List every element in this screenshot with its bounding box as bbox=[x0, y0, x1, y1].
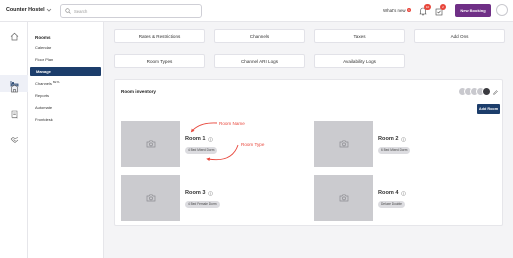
tasks-badge: 2 bbox=[440, 4, 446, 10]
room-type-badge: Deluxe Double bbox=[378, 201, 405, 208]
panel-title: Room inventory bbox=[121, 89, 156, 94]
tab-room-types[interactable]: Room Types bbox=[114, 54, 205, 68]
room-name: Room 3 bbox=[185, 190, 206, 196]
info-icon[interactable] bbox=[401, 191, 406, 196]
receipt-icon[interactable] bbox=[10, 110, 19, 119]
tab-rates-restrictions[interactable]: Rates & Restrictions bbox=[114, 29, 205, 43]
room-photo-placeholder[interactable] bbox=[314, 175, 373, 221]
subnav-item-frontdesk[interactable]: Frontdesk bbox=[35, 117, 53, 122]
avatar bbox=[482, 87, 491, 96]
subnav-item-channels[interactable]: ChannelsBETA bbox=[35, 81, 60, 86]
room-name: Room 1 bbox=[185, 136, 206, 142]
room-photo-placeholder[interactable] bbox=[314, 121, 373, 167]
avatar[interactable] bbox=[496, 4, 508, 16]
subnav-item-reports[interactable]: Reports bbox=[35, 93, 49, 98]
tab-channels[interactable]: Channels bbox=[214, 29, 305, 43]
tab-channel-ari-logs[interactable]: Channel ARI Logs bbox=[214, 54, 305, 68]
whats-new-link[interactable]: What's new bbox=[383, 8, 406, 13]
add-room-button[interactable]: Add Room bbox=[477, 104, 500, 114]
tab-taxes[interactable]: Taxes bbox=[314, 29, 405, 43]
room-photo-placeholder[interactable] bbox=[121, 175, 180, 221]
subnav-item-automate[interactable]: Automate bbox=[35, 105, 52, 110]
room-type-annotation: Room Type bbox=[241, 142, 265, 147]
camera-icon bbox=[339, 194, 349, 202]
search-icon bbox=[65, 8, 71, 14]
home-icon[interactable] bbox=[10, 32, 19, 41]
room-photo-placeholder[interactable] bbox=[121, 121, 180, 167]
room-inventory-panel: Room inventory Add Room Room 1 4 Bed Mix… bbox=[114, 79, 503, 226]
camera-icon bbox=[339, 140, 349, 148]
search-input[interactable] bbox=[74, 7, 194, 15]
room-name: Room 4 bbox=[378, 190, 399, 196]
room-type-badge: 4 Bed Female Dorm bbox=[185, 201, 220, 208]
whats-new-badge: 1 bbox=[407, 8, 411, 12]
property-name[interactable]: Counter Hostel bbox=[6, 7, 45, 13]
subnav-item-floor-plan[interactable]: Floor Plan bbox=[35, 57, 53, 62]
info-icon[interactable] bbox=[208, 191, 213, 196]
room-name: Room 2 bbox=[378, 136, 399, 142]
room-type-badge: 6 Bed Mixed Dorm bbox=[378, 147, 411, 154]
chevron-down-icon[interactable] bbox=[45, 6, 53, 14]
info-icon[interactable] bbox=[208, 137, 213, 142]
camera-icon bbox=[146, 194, 156, 202]
subnav-item-label: Channels bbox=[35, 81, 52, 86]
handshake-icon[interactable] bbox=[10, 135, 19, 144]
beta-badge: BETA bbox=[52, 81, 60, 84]
camera-icon bbox=[146, 140, 156, 148]
new-booking-button[interactable]: New Booking bbox=[455, 4, 491, 17]
room-type-badge: 4 Bed Mixed Dorm bbox=[185, 147, 218, 154]
tab-availability-logs[interactable]: Availability Logs bbox=[314, 54, 405, 68]
room-name-annotation: Room Name bbox=[219, 121, 245, 126]
rooms-subnav: Rooms Calendar Floor Plan Manage Channel… bbox=[28, 22, 104, 258]
tab-add-ons[interactable]: Add Ons bbox=[414, 29, 505, 43]
subnav-item-manage[interactable]: Manage bbox=[30, 67, 101, 76]
notifications-badge: 10 bbox=[424, 4, 431, 10]
building-icon[interactable] bbox=[10, 84, 19, 93]
subnav-item-calendar[interactable]: Calendar bbox=[35, 45, 51, 50]
pencil-icon[interactable] bbox=[493, 90, 498, 95]
top-bar: Counter Hostel What's new 1 10 2 New Boo… bbox=[0, 0, 513, 22]
info-icon[interactable] bbox=[401, 137, 406, 142]
subnav-title: Rooms bbox=[35, 35, 51, 40]
search-box[interactable] bbox=[60, 4, 202, 18]
